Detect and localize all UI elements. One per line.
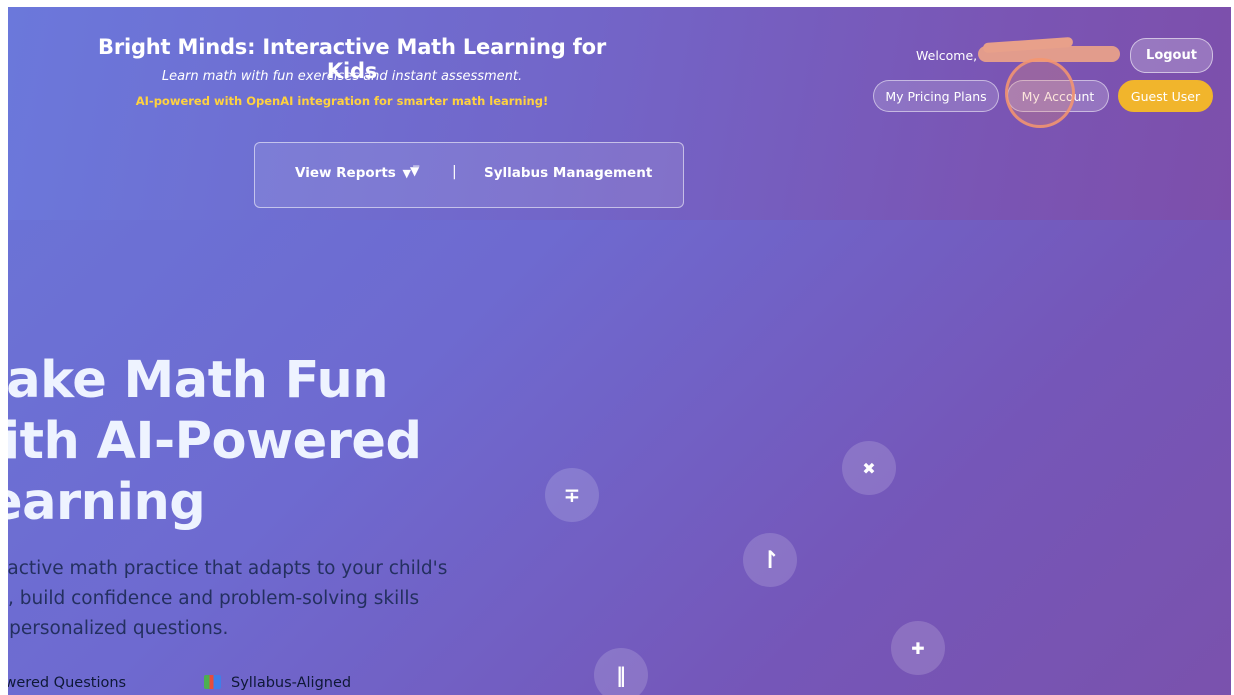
app-viewport: Bright Minds: Interactive Math Learning … (8, 7, 1231, 695)
logout-button[interactable]: Logout (1130, 38, 1213, 73)
hero-title-line: Learning (8, 473, 206, 532)
multiply-icon: ✖ (862, 458, 876, 478)
sqrt-icon: ↾ (759, 546, 781, 574)
hero-desc-line: with personalized questions. (8, 618, 229, 639)
feature-label: Syllabus-Aligned (231, 675, 352, 691)
math-symbol-bubble: ✖ (842, 441, 896, 495)
welcome-text: Welcome, (916, 48, 978, 63)
nav-panel: View Reports ▼ ▼̅ | Syllabus Management (254, 142, 684, 208)
hero-desc-line: level, build confidence and problem-solv… (8, 588, 420, 609)
ai-note: AI-powered with OpenAI integration for s… (135, 94, 549, 108)
hero-title-line: Make Math Fun (8, 351, 389, 410)
filter-icon[interactable]: ▼̅ (410, 164, 419, 178)
hero-title-line: with AI-Powered (8, 412, 422, 471)
math-symbol-bubble: ∓ (545, 468, 599, 522)
site-subtitle: Learn math with fun exercises and instan… (161, 69, 523, 84)
math-symbol-bubble: ✚ (891, 621, 945, 675)
feature-syllabus-aligned: Syllabus-Aligned (204, 675, 351, 691)
math-symbol-bubble: ↾ (743, 533, 797, 587)
plus-minus-icon: ∓ (563, 483, 581, 507)
hero-desc-line: Interactive math practice that adapts to… (8, 558, 448, 579)
view-reports-dropdown[interactable]: View Reports ▼ (295, 165, 411, 181)
site-header: Bright Minds: Interactive Math Learning … (8, 7, 1231, 220)
feature-label: AI-Powered Questions (8, 675, 127, 691)
hero-description: Interactive math practice that adapts to… (8, 554, 484, 644)
cursor-highlight (1005, 58, 1075, 128)
feature-ai-questions: AI-Powered Questions (8, 675, 126, 691)
view-reports-label: View Reports (295, 165, 396, 181)
plus-icon: ✚ (911, 638, 925, 658)
guest-user-button[interactable]: Guest User (1118, 80, 1213, 112)
hero-title: Make Math Fun with AI-Powered Learning (8, 350, 422, 533)
equals-icon: ‖ (616, 663, 626, 687)
math-symbol-bubble: ‖ (594, 648, 648, 695)
pricing-plans-button[interactable]: My Pricing Plans (873, 80, 999, 112)
syllabus-management-link[interactable]: Syllabus Management (484, 165, 652, 181)
books-icon (204, 675, 221, 689)
nav-separator: | (452, 164, 457, 180)
